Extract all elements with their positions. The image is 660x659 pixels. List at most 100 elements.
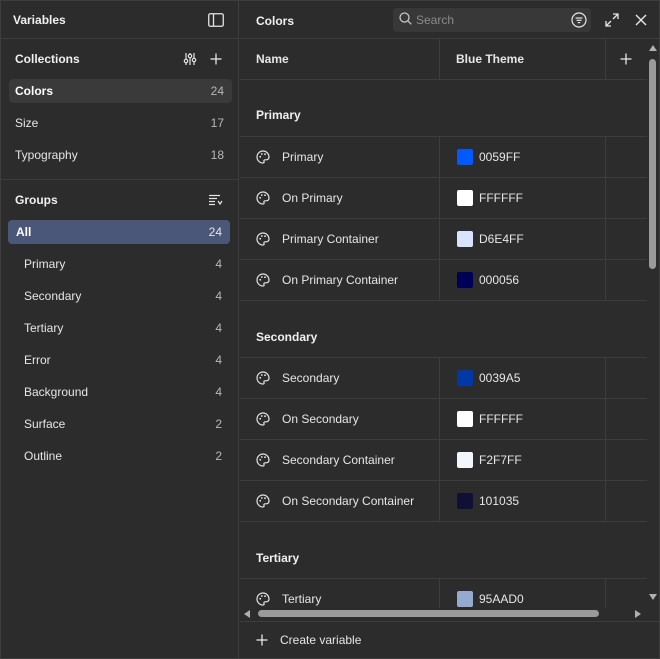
- palette-icon: [256, 412, 270, 426]
- horizontal-scrollbar[interactable]: [240, 607, 646, 620]
- collection-item-typography[interactable]: Typography 18: [9, 143, 232, 167]
- variable-name: On Secondary: [282, 412, 359, 426]
- column-header-mode[interactable]: Blue Theme: [440, 39, 606, 79]
- palette-icon: [256, 453, 270, 467]
- sidebar-toggle-icon[interactable]: [206, 10, 226, 30]
- group-item-primary[interactable]: Primary 4: [8, 252, 230, 276]
- variable-name-cell[interactable]: On Primary: [240, 178, 440, 218]
- collection-item-size[interactable]: Size 17: [9, 111, 232, 135]
- group-item-background[interactable]: Background 4: [8, 380, 230, 404]
- vertical-scrollbar[interactable]: [646, 39, 659, 609]
- collection-count: 18: [210, 148, 224, 162]
- color-hex: 95AAD0: [479, 592, 524, 606]
- scroll-right-arrow[interactable]: [635, 610, 641, 618]
- variable-value-cell[interactable]: 000056: [440, 260, 606, 300]
- table-row[interactable]: On Primary FFFFFF: [240, 178, 647, 219]
- color-swatch[interactable]: [457, 493, 473, 509]
- group-item-tertiary[interactable]: Tertiary 4: [8, 316, 230, 340]
- variable-name: Tertiary: [282, 592, 322, 606]
- group-title: Secondary: [240, 301, 647, 358]
- color-hex: 0039A5: [479, 371, 521, 385]
- group-count: 2: [215, 449, 222, 463]
- scroll-down-arrow[interactable]: [649, 594, 657, 600]
- variable-value-cell[interactable]: 0039A5: [440, 358, 606, 398]
- color-swatch[interactable]: [457, 370, 473, 386]
- collection-settings-icon[interactable]: [180, 49, 200, 69]
- empty-cell: [606, 137, 646, 177]
- empty-cell: [606, 579, 646, 608]
- table-row[interactable]: On Secondary FFFFFF: [240, 399, 647, 440]
- collections-header: Collections: [1, 39, 238, 79]
- color-swatch[interactable]: [457, 411, 473, 427]
- table-row[interactable]: Primary 0059FF: [240, 137, 647, 178]
- variables-window: Variables Collections Colors 24 Size 17: [0, 0, 660, 659]
- table-row[interactable]: Secondary 0039A5: [240, 358, 647, 399]
- scroll-left-arrow[interactable]: [244, 610, 250, 618]
- variable-value-cell[interactable]: 101035: [440, 481, 606, 521]
- empty-cell: [606, 260, 646, 300]
- sort-groups-icon[interactable]: [206, 190, 226, 210]
- color-swatch[interactable]: [457, 231, 473, 247]
- table-row[interactable]: On Secondary Container 101035: [240, 481, 647, 522]
- table-header: Name Blue Theme: [240, 39, 647, 80]
- variable-value-cell[interactable]: FFFFFF: [440, 399, 606, 439]
- color-swatch[interactable]: [457, 272, 473, 288]
- variable-name-cell[interactable]: Primary: [240, 137, 440, 177]
- search-box[interactable]: [393, 8, 591, 32]
- group-label: Error: [24, 353, 51, 367]
- add-mode-button[interactable]: [606, 39, 646, 79]
- scroll-thumb[interactable]: [649, 59, 656, 269]
- group-item-error[interactable]: Error 4: [8, 348, 230, 372]
- variable-name-cell[interactable]: Tertiary: [240, 579, 440, 608]
- filter-icon[interactable]: [568, 9, 590, 31]
- table-row[interactable]: On Primary Container 000056: [240, 260, 647, 301]
- variable-name: On Primary Container: [282, 273, 399, 287]
- variable-value-cell[interactable]: 95AAD0: [440, 579, 606, 608]
- scroll-up-arrow[interactable]: [649, 45, 657, 51]
- collection-item-colors[interactable]: Colors 24: [9, 79, 232, 103]
- close-icon[interactable]: [631, 10, 651, 30]
- scroll-thumb[interactable]: [258, 610, 599, 617]
- color-swatch[interactable]: [457, 591, 473, 607]
- search-input[interactable]: [416, 13, 585, 27]
- column-header-name[interactable]: Name: [240, 39, 440, 79]
- table-row[interactable]: Tertiary 95AAD0: [240, 579, 647, 608]
- variable-name-cell[interactable]: On Secondary: [240, 399, 440, 439]
- create-variable-button[interactable]: Create variable: [240, 621, 659, 658]
- variable-name-cell[interactable]: Primary Container: [240, 219, 440, 259]
- table-row[interactable]: Secondary Container F2F7FF: [240, 440, 647, 481]
- color-swatch[interactable]: [457, 452, 473, 468]
- color-hex: D6E4FF: [479, 232, 524, 246]
- group-label: Background: [24, 385, 89, 399]
- collection-count: 24: [210, 84, 224, 98]
- add-collection-icon[interactable]: [206, 49, 226, 69]
- group-item-secondary[interactable]: Secondary 4: [8, 284, 230, 308]
- collection-count: 17: [210, 116, 224, 130]
- group-label: Surface: [24, 417, 66, 431]
- palette-icon: [256, 273, 270, 287]
- group-count: 4: [215, 385, 222, 399]
- group-item-surface[interactable]: Surface 2: [8, 412, 230, 436]
- variable-name-cell[interactable]: Secondary Container: [240, 440, 440, 480]
- variable-name: Primary Container: [282, 232, 379, 246]
- variable-value-cell[interactable]: D6E4FF: [440, 219, 606, 259]
- color-swatch[interactable]: [457, 149, 473, 165]
- variable-value-cell[interactable]: FFFFFF: [440, 178, 606, 218]
- plus-icon: [620, 53, 632, 65]
- search-icon: [399, 12, 412, 28]
- variable-value-cell[interactable]: F2F7FF: [440, 440, 606, 480]
- group-label: Outline: [24, 449, 63, 463]
- variable-name-cell[interactable]: Secondary: [240, 358, 440, 398]
- variable-name-cell[interactable]: On Secondary Container: [240, 481, 440, 521]
- group-title: Tertiary: [240, 522, 647, 579]
- color-swatch[interactable]: [457, 190, 473, 206]
- group-item-all[interactable]: All 24: [8, 220, 230, 244]
- group-count: 4: [215, 289, 222, 303]
- color-hex: 000056: [479, 273, 520, 287]
- variable-value-cell[interactable]: 0059FF: [440, 137, 606, 177]
- table-row[interactable]: Primary Container D6E4FF: [240, 219, 647, 260]
- expand-icon[interactable]: [602, 10, 622, 30]
- group-label: All: [16, 225, 32, 239]
- group-item-outline[interactable]: Outline 2: [8, 444, 230, 468]
- variable-name-cell[interactable]: On Primary Container: [240, 260, 440, 300]
